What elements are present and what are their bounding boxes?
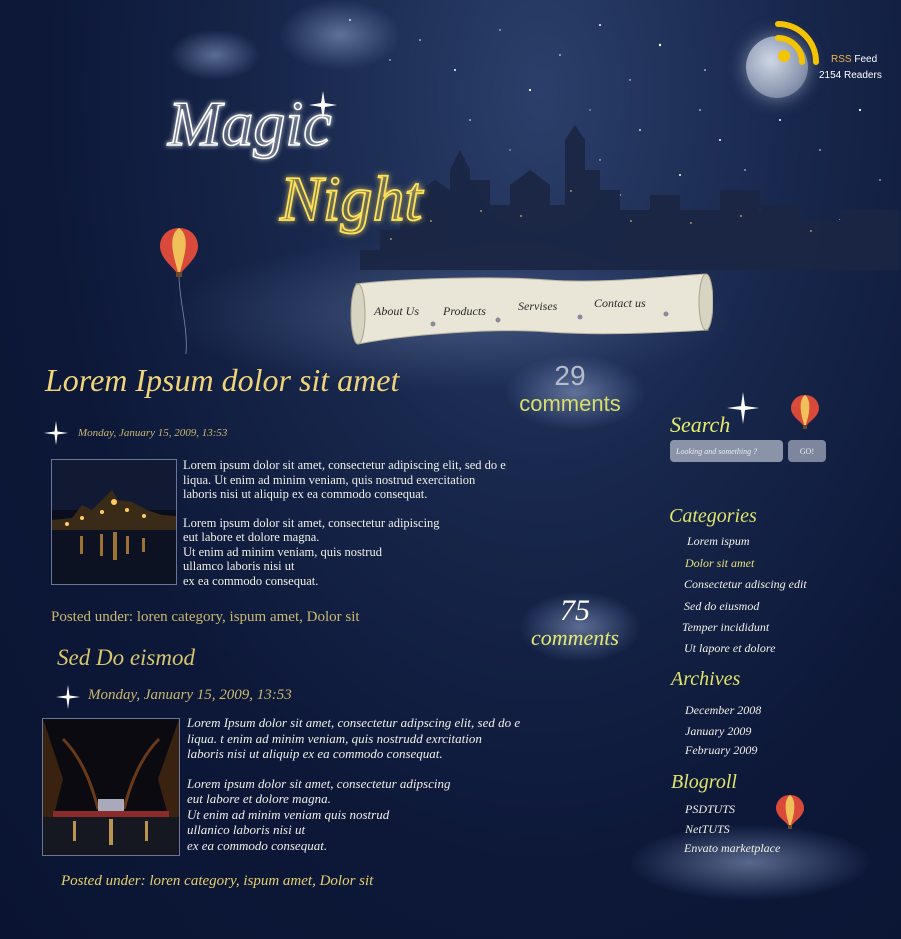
comments-badge[interactable]: 29 comments — [505, 360, 635, 416]
comments-label: comments — [519, 391, 621, 416]
post-date: Monday, January 15, 2009, 13:53 — [88, 687, 292, 703]
nav-products[interactable]: Products — [443, 304, 486, 319]
category-link[interactable]: Sed do eiusmod — [684, 599, 759, 614]
search-input[interactable] — [670, 440, 783, 462]
post-thumbnail[interactable] — [42, 718, 180, 856]
logo-night-text: Night — [279, 163, 424, 234]
category-link[interactable]: Consectetur adiscing edit — [684, 577, 807, 592]
post-title[interactable]: Sed Do eismod — [57, 645, 195, 671]
category-link[interactable]: Temper incididunt — [682, 620, 769, 635]
nav-about-us[interactable]: About Us — [374, 304, 419, 319]
categories-heading: Categories — [669, 505, 757, 527]
post-title[interactable]: Lorem Ipsum dolor sit amet — [45, 362, 399, 399]
sparkle-icon — [56, 685, 80, 709]
sparkle-icon — [44, 421, 68, 445]
archive-link[interactable]: January 2009 — [685, 724, 751, 739]
rss-icon[interactable] — [772, 16, 824, 68]
archive-link[interactable]: December 2008 — [685, 703, 761, 718]
comments-count: 75 — [560, 594, 590, 627]
logo-magic-text: Magic — [167, 88, 332, 159]
blogroll-link[interactable]: NetTUTS — [685, 822, 730, 837]
rss-label-highlight: RSS — [831, 54, 852, 65]
night-bridge-image — [43, 719, 179, 855]
rss-feed-link[interactable]: RSS Feed — [831, 54, 877, 65]
cloud-decoration — [630, 825, 870, 900]
post-body: Lorem Ipsum dolor sit amet, consectetur … — [187, 715, 597, 867]
post-paragraph: Lorem ipsum dolor sit amet, consectetur … — [187, 775, 451, 853]
search-heading: Search — [670, 412, 731, 437]
nav-services[interactable]: Servises — [518, 299, 557, 314]
night-castle-image — [52, 460, 176, 584]
site-logo[interactable]: Magic Night — [160, 70, 460, 270]
search-go-button[interactable]: GO! — [788, 440, 826, 462]
comments-count: 29 — [554, 360, 586, 391]
cloud-decoration — [280, 0, 400, 70]
blogroll-link[interactable]: Envato marketplace — [684, 841, 780, 856]
category-link[interactable]: Ut lapore et dolore — [684, 641, 775, 656]
nav-contact-us[interactable]: Contact us — [594, 296, 646, 311]
post-thumbnail[interactable] — [51, 459, 177, 585]
hot-air-balloon-decoration — [160, 228, 198, 355]
category-link[interactable]: Dolor sit amet — [685, 556, 754, 571]
post-body: Lorem ipsum dolor sit amet, consectetur … — [183, 458, 593, 602]
readers-count: 2154 Readers — [819, 70, 882, 81]
post-date: Monday, January 15, 2009, 13:53 — [78, 427, 228, 439]
sparkle-icon — [727, 392, 759, 424]
posted-under[interactable]: Posted under: loren category, ispum amet… — [51, 609, 360, 626]
comments-badge[interactable]: 75 comments — [515, 595, 635, 649]
post-paragraph: Lorem ipsum dolor sit amet, consectetur … — [183, 515, 440, 588]
blogroll-link[interactable]: PSDTUTS — [685, 802, 735, 817]
hot-air-balloon-decoration — [776, 795, 804, 829]
post-paragraph: Lorem ipsum dolor sit amet, consectetur … — [183, 458, 506, 501]
hot-air-balloon-decoration — [791, 395, 819, 429]
rss-label: Feed — [854, 54, 878, 65]
archive-link[interactable]: February 2009 — [685, 743, 757, 758]
archives-heading: Archives — [671, 668, 741, 690]
posted-under[interactable]: Posted under: loren category, ispum amet… — [61, 873, 373, 890]
post-paragraph: Lorem Ipsum dolor sit amet, consectetur … — [187, 715, 521, 761]
blogroll-heading: Blogroll — [671, 771, 737, 793]
comments-label: comments — [531, 625, 619, 650]
category-link[interactable]: Lorem ispum — [687, 534, 750, 549]
